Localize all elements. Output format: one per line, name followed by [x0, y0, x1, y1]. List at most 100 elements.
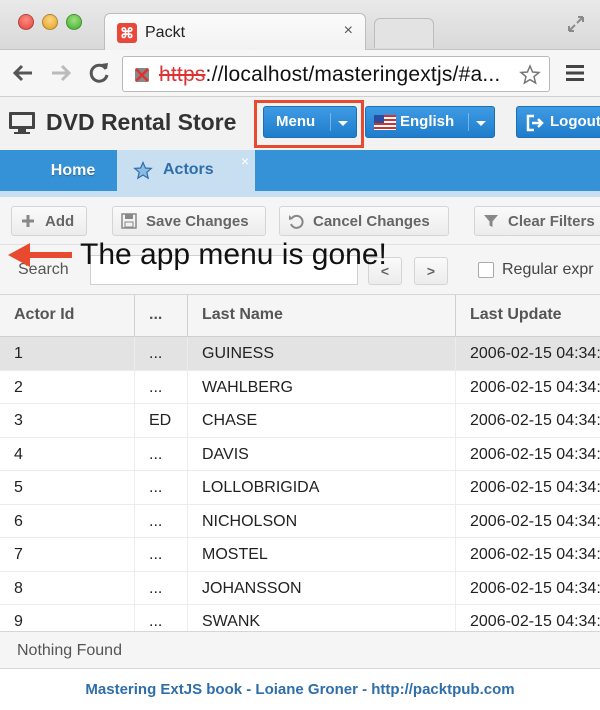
- undo-icon: [289, 214, 304, 229]
- annotation-arrow-icon: [8, 243, 72, 267]
- restore-window-icon[interactable]: [566, 14, 586, 34]
- url-text: https://localhost/masteringextjs/#a...: [159, 63, 500, 87]
- table-row[interactable]: 4 ... DAVIS 2006-02-15 04:34:33: [0, 437, 600, 471]
- packt-favicon-icon: ⌘: [117, 23, 137, 43]
- cell-first-name: ...: [135, 337, 188, 370]
- cell-last-update: 2006-02-15 04:34:33: [456, 538, 600, 571]
- browser-tab[interactable]: ⌘ Packt ×: [104, 13, 366, 51]
- chevron-down-icon: [476, 121, 486, 126]
- column-header-last-update[interactable]: Last Update: [456, 295, 600, 337]
- logout-button[interactable]: Logout: [516, 106, 600, 138]
- cell-last-update: 2006-02-15 04:34:33: [456, 572, 600, 605]
- url-scheme: https: [159, 63, 206, 86]
- table-row[interactable]: 5 ... LOLLOBRIGIDA 2006-02-15 04:34:33: [0, 471, 600, 505]
- cell-last-update: 2006-02-15 04:34:33: [456, 471, 600, 504]
- cell-last-name: JOHANSSON: [188, 571, 456, 605]
- plus-icon: [22, 215, 34, 227]
- insecure-lock-icon: [135, 68, 149, 82]
- close-window-button[interactable]: [18, 14, 34, 30]
- add-button-label: Add: [45, 213, 75, 230]
- app-title: DVD Rental Store: [46, 109, 237, 135]
- filter-icon: [484, 215, 498, 227]
- cell-last-name: NICHOLSON: [188, 504, 456, 538]
- regex-checkbox[interactable]: [478, 262, 494, 278]
- tab-home[interactable]: Home: [30, 150, 116, 191]
- address-bar[interactable]: https://localhost/masteringextjs/#a...: [122, 56, 550, 92]
- footer-text: Mastering ExtJS book - Loiane Groner - h…: [85, 681, 515, 698]
- search-next-button[interactable]: >: [414, 257, 448, 285]
- table-row[interactable]: 9 ... SWANK 2006-02-15 04:34:33: [0, 605, 600, 631]
- forward-arrow-icon[interactable]: [48, 60, 74, 86]
- column-header-first-name[interactable]: ...: [135, 295, 188, 337]
- table-row[interactable]: 3 ED CHASE 2006-02-15 04:34:33: [0, 404, 600, 438]
- clear-filters-label: Clear Filters: [508, 213, 595, 230]
- cell-first-name: ...: [135, 370, 188, 404]
- cell-actor-id: 9: [0, 605, 135, 631]
- save-changes-label: Save Changes: [146, 213, 249, 230]
- cell-last-update: 2006-02-15 04:34:33: [456, 438, 600, 471]
- cell-actor-id: 4: [0, 437, 135, 471]
- cell-last-name: GUINESS: [188, 337, 456, 370]
- cell-first-name: ...: [135, 538, 188, 571]
- tab-close-icon[interactable]: ×: [241, 153, 249, 169]
- cell-last-update: 2006-02-15 04:34:33: [456, 404, 600, 437]
- save-changes-button[interactable]: Save Changes: [112, 206, 266, 236]
- tab-actors[interactable]: Actors ×: [117, 150, 255, 191]
- bookmark-star-icon[interactable]: [519, 64, 541, 86]
- table-row[interactable]: 2 ... WAHLBERG 2006-02-15 04:34:33: [0, 370, 600, 404]
- cell-last-name: CHASE: [188, 404, 456, 437]
- cell-last-name: LOLLOBRIGIDA: [188, 471, 456, 504]
- cell-last-update: 2006-02-15 04:34:33: [456, 337, 600, 370]
- browser-titlebar: ⌘ Packt ×: [0, 0, 600, 51]
- cell-last-name: WAHLBERG: [188, 370, 456, 404]
- cell-last-name: SWANK: [188, 605, 456, 631]
- cancel-changes-button[interactable]: Cancel Changes: [279, 206, 449, 236]
- app-footer: Mastering ExtJS book - Loiane Groner - h…: [0, 669, 600, 710]
- cell-actor-id: 5: [0, 471, 135, 504]
- star-icon: [133, 161, 153, 180]
- logout-button-label: Logout: [550, 113, 600, 130]
- clear-filters-button[interactable]: Clear Filters: [474, 206, 600, 236]
- cell-actor-id: 1: [0, 337, 135, 370]
- browser-tab-title: Packt: [145, 24, 186, 41]
- back-arrow-icon[interactable]: [10, 60, 36, 86]
- tab-actors-label: Actors: [163, 161, 214, 178]
- cell-actor-id: 2: [0, 370, 135, 404]
- app-tab-bar: Home Actors ×: [0, 150, 600, 191]
- browser-toolbar: https://localhost/masteringextjs/#a...: [0, 50, 600, 97]
- button-separator: [468, 113, 469, 131]
- annotation-text: The app menu is gone!: [80, 238, 387, 271]
- save-icon: [121, 213, 137, 229]
- cell-first-name: ED: [135, 404, 188, 437]
- cell-first-name: ...: [135, 437, 188, 471]
- logout-icon: [526, 114, 544, 132]
- language-button[interactable]: English: [365, 106, 495, 138]
- column-header-actor-id[interactable]: Actor Id: [0, 295, 135, 337]
- table-row[interactable]: 6 ... NICHOLSON 2006-02-15 04:34:33: [0, 504, 600, 538]
- status-text: Nothing Found: [17, 642, 122, 659]
- grid-body: 1 ... GUINESS 2006-02-15 04:34:33 2 ... …: [0, 337, 600, 631]
- zoom-window-button[interactable]: [66, 14, 82, 30]
- add-button[interactable]: Add: [11, 206, 87, 236]
- tab-close-icon[interactable]: ×: [344, 22, 353, 40]
- grid-status-bar: Nothing Found: [0, 631, 600, 669]
- table-row[interactable]: 7 ... MOSTEL 2006-02-15 04:34:33: [0, 538, 600, 572]
- url-rest: ://localhost/masteringextjs/#a...: [205, 63, 501, 86]
- cell-first-name: ...: [135, 571, 188, 605]
- menu-highlight-box: [254, 100, 364, 148]
- cell-last-update: 2006-02-15 04:34:33: [456, 605, 600, 631]
- cell-first-name: ...: [135, 605, 188, 631]
- minimize-window-button[interactable]: [42, 14, 58, 30]
- hamburger-menu-icon[interactable]: [564, 62, 586, 84]
- cell-last-update: 2006-02-15 04:34:33: [456, 371, 600, 404]
- table-row[interactable]: 1 ... GUINESS 2006-02-15 04:34:33: [0, 337, 600, 371]
- new-tab-button[interactable]: [374, 18, 434, 48]
- reload-icon[interactable]: [86, 60, 112, 86]
- cell-first-name: ...: [135, 504, 188, 538]
- cell-last-update: 2006-02-15 04:34:33: [456, 505, 600, 538]
- table-row[interactable]: 8 ... JOHANSSON 2006-02-15 04:34:33: [0, 571, 600, 605]
- cell-actor-id: 6: [0, 504, 135, 538]
- column-header-last-name[interactable]: Last Name: [188, 295, 456, 337]
- cell-last-name: MOSTEL: [188, 538, 456, 571]
- cancel-changes-label: Cancel Changes: [313, 213, 430, 230]
